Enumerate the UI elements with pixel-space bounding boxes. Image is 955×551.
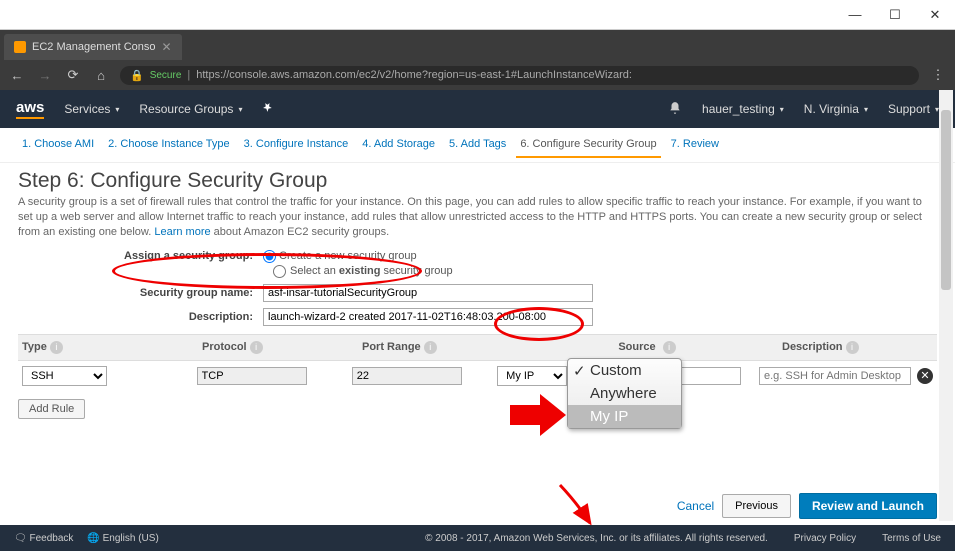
wizard-actions: Cancel Previous Review and Launch bbox=[677, 493, 937, 519]
browser-toolbar: ← → ⟳ ⌂ 🔒 Secure | https://console.aws.a… bbox=[0, 60, 955, 90]
menu-icon[interactable]: ⋮ bbox=[929, 67, 947, 83]
assign-sg-label: Assign a security group: bbox=[18, 250, 263, 262]
window-maximize-button[interactable]: ☐ bbox=[875, 0, 915, 30]
sg-name-input[interactable] bbox=[263, 284, 593, 302]
nav-support[interactable]: Support▾ bbox=[888, 102, 939, 116]
page-title: Step 6: Configure Security Group bbox=[18, 169, 937, 193]
browser-tab-strip: EC2 Management Conso ✕ bbox=[0, 30, 955, 60]
nav-resource-groups[interactable]: Resource Groups▾ bbox=[139, 102, 242, 116]
info-icon[interactable]: i bbox=[846, 341, 859, 354]
feedback-link[interactable]: 🗨 Feedback bbox=[14, 533, 73, 544]
info-icon[interactable]: i bbox=[50, 341, 63, 354]
tab-title: EC2 Management Conso bbox=[32, 41, 156, 53]
wizard-step-5[interactable]: 5. Add Tags bbox=[445, 136, 510, 158]
wizard-step-4[interactable]: 4. Add Storage bbox=[358, 136, 439, 158]
favicon-icon bbox=[14, 41, 26, 53]
rule-desc-input[interactable] bbox=[759, 367, 911, 385]
reload-icon[interactable]: ⟳ bbox=[64, 67, 82, 83]
wizard-step-2[interactable]: 2. Choose Instance Type bbox=[104, 136, 234, 158]
table-header: Typei Protocoli Port Rangei Sourcei Desc… bbox=[18, 334, 937, 361]
secure-label: Secure bbox=[150, 70, 182, 81]
forward-icon[interactable]: → bbox=[36, 68, 54, 83]
url-text: https://console.aws.amazon.com/ec2/v2/ho… bbox=[196, 69, 632, 81]
scrollbar-thumb[interactable] bbox=[941, 110, 951, 290]
page-content: Step 6: Configure Security Group A secur… bbox=[0, 163, 955, 419]
copyright-text: © 2008 - 2017, Amazon Web Services, Inc.… bbox=[425, 533, 768, 544]
back-icon[interactable]: ← bbox=[8, 68, 26, 83]
language-selector[interactable]: 🌐 English (US) bbox=[87, 533, 158, 544]
nav-region[interactable]: N. Virginia▾ bbox=[804, 102, 868, 116]
notifications-icon[interactable] bbox=[668, 101, 682, 118]
terms-link[interactable]: Terms of Use bbox=[882, 533, 941, 544]
aws-footer: 🗨 Feedback 🌐 English (US) © 2008 - 2017,… bbox=[0, 525, 955, 551]
rule-port bbox=[352, 367, 462, 385]
sg-name-label: Security group name: bbox=[18, 287, 263, 299]
rule-source-mode-select[interactable]: My IP bbox=[497, 366, 567, 386]
rule-protocol bbox=[197, 367, 307, 385]
wizard-tabs: 1. Choose AMI 2. Choose Instance Type 3.… bbox=[0, 128, 955, 163]
radio-select-existing-label: Select an existing security group bbox=[290, 265, 453, 277]
radio-create-new-label: Create a new security group bbox=[279, 250, 417, 262]
review-launch-button[interactable]: Review and Launch bbox=[799, 493, 937, 519]
table-row: SSH My IP ✕ bbox=[18, 361, 937, 391]
tab-close-icon[interactable]: ✕ bbox=[162, 40, 172, 54]
add-rule-button[interactable]: Add Rule bbox=[18, 399, 85, 419]
learn-more-link[interactable]: Learn more bbox=[154, 226, 210, 238]
home-icon[interactable]: ⌂ bbox=[92, 68, 110, 83]
wizard-step-6[interactable]: 6. Configure Security Group bbox=[516, 136, 660, 158]
pin-icon[interactable] bbox=[262, 101, 275, 117]
page-description: A security group is a set of firewall ru… bbox=[18, 195, 937, 240]
info-icon[interactable]: i bbox=[424, 341, 437, 354]
address-bar[interactable]: 🔒 Secure | https://console.aws.amazon.co… bbox=[120, 66, 919, 85]
rule-type-select[interactable]: SSH bbox=[22, 366, 107, 386]
sg-desc-label: Description: bbox=[18, 311, 263, 323]
radio-select-existing[interactable] bbox=[273, 265, 286, 278]
privacy-link[interactable]: Privacy Policy bbox=[794, 533, 856, 544]
window-minimize-button[interactable]: — bbox=[835, 0, 875, 30]
remove-rule-icon[interactable]: ✕ bbox=[917, 368, 933, 384]
wizard-step-1[interactable]: 1. Choose AMI bbox=[18, 136, 98, 158]
browser-tab[interactable]: EC2 Management Conso ✕ bbox=[4, 34, 182, 60]
window-titlebar: — ☐ ✕ bbox=[0, 0, 955, 30]
nav-services[interactable]: Services▾ bbox=[64, 102, 119, 116]
dropdown-option-custom[interactable]: Custom bbox=[568, 359, 681, 382]
lock-icon: 🔒 bbox=[130, 69, 144, 82]
window-close-button[interactable]: ✕ bbox=[915, 0, 955, 30]
dropdown-option-anywhere[interactable]: Anywhere bbox=[568, 382, 681, 405]
aws-logo[interactable]: aws bbox=[16, 99, 44, 119]
wizard-step-3[interactable]: 3. Configure Instance bbox=[240, 136, 353, 158]
radio-create-new[interactable] bbox=[263, 250, 276, 263]
info-icon[interactable]: i bbox=[663, 341, 676, 354]
sg-desc-input[interactable] bbox=[263, 308, 593, 326]
vertical-scrollbar[interactable] bbox=[939, 90, 953, 521]
cancel-link[interactable]: Cancel bbox=[677, 499, 714, 513]
info-icon[interactable]: i bbox=[250, 341, 263, 354]
rules-table: Typei Protocoli Port Rangei Sourcei Desc… bbox=[18, 334, 937, 391]
dropdown-option-myip[interactable]: My IP bbox=[568, 405, 681, 428]
previous-button[interactable]: Previous bbox=[722, 494, 791, 518]
aws-top-nav: aws Services▾ Resource Groups▾ hauer_tes… bbox=[0, 90, 955, 128]
nav-user[interactable]: hauer_testing▾ bbox=[702, 102, 784, 116]
wizard-step-7[interactable]: 7. Review bbox=[667, 136, 723, 158]
source-dropdown-popup: Custom Anywhere My IP bbox=[567, 358, 682, 429]
